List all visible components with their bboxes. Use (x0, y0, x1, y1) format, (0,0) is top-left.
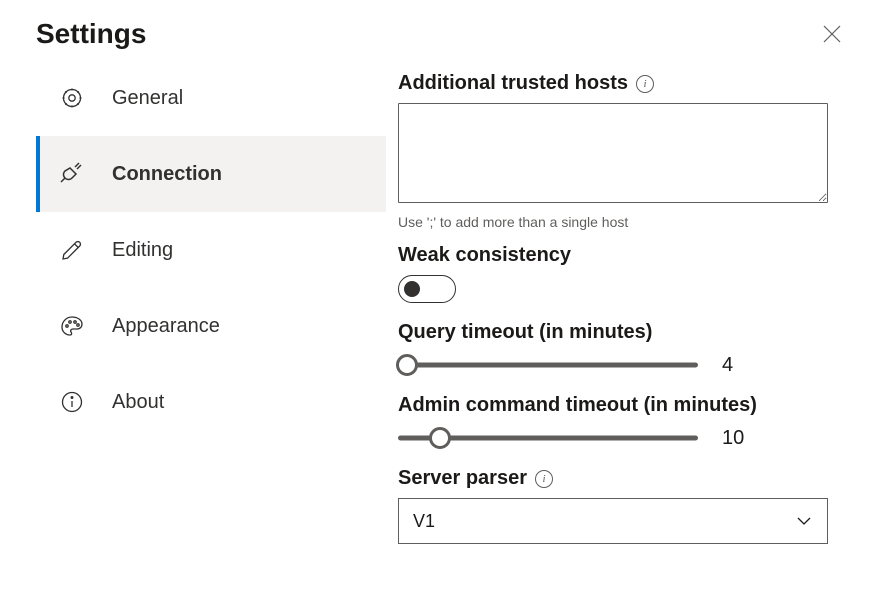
dialog-header: Settings (36, 18, 848, 50)
gear-icon (60, 86, 84, 110)
sidebar-item-general[interactable]: General (36, 60, 386, 136)
query-timeout-row: 4 (398, 352, 828, 378)
plug-icon (60, 162, 84, 186)
sidebar-item-appearance[interactable]: Appearance (36, 288, 386, 364)
settings-dialog: Settings General (0, 0, 872, 600)
slider-thumb[interactable] (429, 427, 451, 449)
trusted-hosts-hint: Use ';' to add more than a single host (398, 214, 828, 230)
server-parser-dropdown[interactable]: V1 (398, 498, 828, 544)
admin-timeout-row: 10 (398, 425, 828, 451)
query-timeout-slider[interactable] (398, 352, 698, 378)
admin-timeout-slider[interactable] (398, 425, 698, 451)
palette-icon (60, 314, 84, 338)
close-button[interactable] (816, 18, 848, 50)
query-timeout-value: 4 (722, 354, 752, 377)
dialog-title: Settings (36, 18, 146, 50)
trusted-hosts-input[interactable] (398, 103, 828, 203)
toggle-thumb (404, 281, 420, 297)
dialog-body: General Connection (36, 60, 848, 582)
sidebar-item-label: Connection (112, 163, 222, 186)
slider-track (398, 363, 698, 368)
query-timeout-label: Query timeout (in minutes) (398, 321, 828, 344)
sidebar-item-connection[interactable]: Connection (36, 136, 386, 212)
weak-consistency-toggle[interactable] (398, 275, 456, 303)
admin-timeout-value: 10 (722, 427, 752, 450)
dropdown-selected: V1 (413, 511, 435, 532)
info-icon[interactable]: i (636, 75, 654, 93)
info-icon (60, 390, 84, 414)
weak-consistency-label: Weak consistency (398, 244, 828, 267)
sidebar: General Connection (36, 60, 386, 582)
admin-timeout-label: Admin command timeout (in minutes) (398, 394, 828, 417)
sidebar-item-label: General (112, 87, 183, 110)
close-icon (823, 25, 841, 43)
server-parser-label: Server parser i (398, 467, 828, 490)
sidebar-item-label: Appearance (112, 315, 220, 338)
sidebar-item-label: Editing (112, 239, 173, 262)
settings-content: Additional trusted hosts i Use ';' to ad… (386, 60, 848, 582)
slider-thumb[interactable] (396, 354, 418, 376)
sidebar-item-label: About (112, 391, 164, 414)
sidebar-item-editing[interactable]: Editing (36, 212, 386, 288)
trusted-hosts-label: Additional trusted hosts i (398, 72, 828, 95)
pencil-icon (60, 238, 84, 262)
info-icon[interactable]: i (535, 470, 553, 488)
chevron-down-icon (795, 512, 813, 530)
sidebar-item-about[interactable]: About (36, 364, 386, 440)
